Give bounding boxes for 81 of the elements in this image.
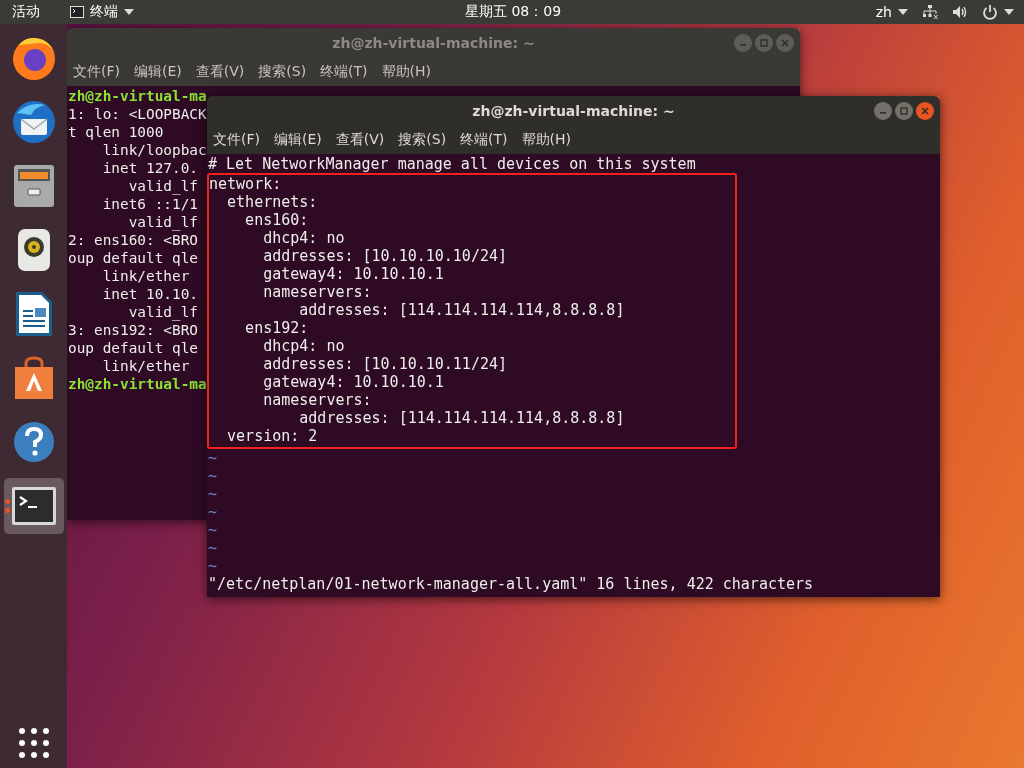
shell-prompt: zh@zh-virtual-ma — [68, 375, 207, 393]
output-line: inet 127.0. — [101, 159, 198, 177]
power-icon[interactable] — [982, 4, 998, 20]
output-line: link/ether — [101, 267, 190, 285]
code-line: addresses: [10.10.10.11/24] — [262, 355, 507, 373]
code-comment: # Let NetworkManager manage all devices on this system — [208, 155, 696, 173]
empty-line-marker: ~ — [208, 557, 218, 575]
output-line: 2: ens160: <BRO — [68, 231, 198, 249]
empty-line-marker: ~ — [208, 485, 218, 503]
app-grid-icon[interactable] — [18, 728, 49, 758]
empty-line-marker: ~ — [208, 539, 218, 557]
clock[interactable]: 星期五 08：09 — [464, 3, 562, 21]
code-line: version: 2 — [226, 427, 318, 445]
menu-item[interactable]: 帮助(H) — [521, 131, 572, 149]
output-line: link/ether — [101, 357, 190, 375]
code-line: dhcp4: no — [262, 229, 345, 247]
empty-line-marker: ~ — [208, 503, 218, 521]
window-title: zh@zh-virtual-machine: ~ — [332, 35, 535, 51]
menu-item[interactable]: 终端(T) — [460, 131, 508, 149]
code-line: gateway4: 10.10.10.1 — [262, 373, 444, 391]
code-line: ens192: — [244, 319, 309, 337]
code-line: addresses: [114.114.114.114,8.8.8.8] — [298, 409, 625, 427]
empty-line-marker: ~ — [208, 449, 218, 467]
menu-item[interactable]: 搜索(S) — [258, 63, 307, 81]
minimize-button[interactable] — [874, 102, 892, 120]
close-icon — [781, 39, 789, 47]
menu-item[interactable]: 查看(V) — [195, 63, 245, 81]
menu-item[interactable]: 文件(F) — [213, 131, 260, 149]
window-title: zh@zh-virtual-machine: ~ — [472, 103, 675, 119]
output-line: valid_lf — [127, 177, 198, 195]
network-icon[interactable] — [922, 4, 938, 20]
dock-item[interactable] — [3, 478, 64, 534]
maximize-icon — [760, 39, 768, 47]
output-line: inet 10.10. — [101, 285, 198, 303]
maximize-icon — [900, 107, 908, 115]
empty-line-marker: ~ — [208, 467, 218, 485]
code-line: nameservers: — [262, 391, 372, 409]
output-line: 3: ens192: <BRO — [68, 321, 198, 339]
help-icon — [11, 420, 56, 464]
output-line: t qlen 1000 — [68, 123, 164, 141]
file-cabinet-icon — [11, 163, 56, 209]
code-line: addresses: [10.10.10.10/24] — [262, 247, 507, 265]
caret-icon — [1004, 9, 1014, 15]
menu-item[interactable]: 编辑(E) — [134, 63, 182, 81]
output-line: link/loopbac — [101, 141, 207, 159]
code-line: addresses: [114.114.114.114,8.8.8.8] — [298, 301, 625, 319]
code-line: ethernets: — [226, 193, 318, 211]
code-line: network: — [209, 175, 282, 193]
menu-item[interactable]: 帮助(H) — [381, 63, 432, 81]
app-menu[interactable]: 终端 — [70, 3, 134, 21]
document-icon — [13, 290, 54, 338]
menu-item[interactable]: 文件(F) — [73, 63, 120, 81]
code-line: dhcp4: no — [262, 337, 345, 355]
close-icon — [921, 107, 929, 115]
close-button[interactable] — [916, 102, 934, 120]
menu-item[interactable]: 搜索(S) — [398, 131, 447, 149]
output-line: inet6 ::1/1 — [101, 195, 198, 213]
output-line: valid_lf — [127, 303, 198, 321]
code-line: ens160: — [244, 211, 309, 229]
terminal-icon — [10, 486, 57, 526]
caret-icon — [124, 9, 134, 15]
output-line: oup default qle — [68, 339, 198, 357]
shell-prompt: zh@zh-virtual-ma — [68, 87, 207, 105]
status-message: "/etc/netplan/01-network-manager-all.yaml" 16 lines, 422 characters — [208, 575, 814, 593]
code-line: gateway4: 10.10.10.1 — [262, 265, 444, 283]
browser-icon — [10, 35, 57, 81]
output-line: valid_lf — [127, 213, 198, 231]
caret-icon — [898, 9, 908, 15]
menu-item[interactable]: 终端(T) — [320, 63, 368, 81]
output-line: 1: lo: <LOOPBACK — [68, 105, 207, 123]
maximize-button[interactable] — [895, 102, 913, 120]
terminal-icon — [70, 6, 84, 18]
menu-item[interactable]: 编辑(E) — [274, 131, 322, 149]
menu-item[interactable]: 查看(V) — [335, 131, 385, 149]
code-line: nameservers: — [262, 283, 372, 301]
output-line: oup default qle — [68, 249, 198, 267]
activities-button[interactable]: 活动 — [12, 3, 40, 21]
volume-icon[interactable] — [952, 5, 968, 19]
mail-icon — [10, 99, 57, 145]
empty-line-marker: ~ — [208, 521, 218, 539]
input-method-menu[interactable]: zh — [875, 4, 908, 20]
